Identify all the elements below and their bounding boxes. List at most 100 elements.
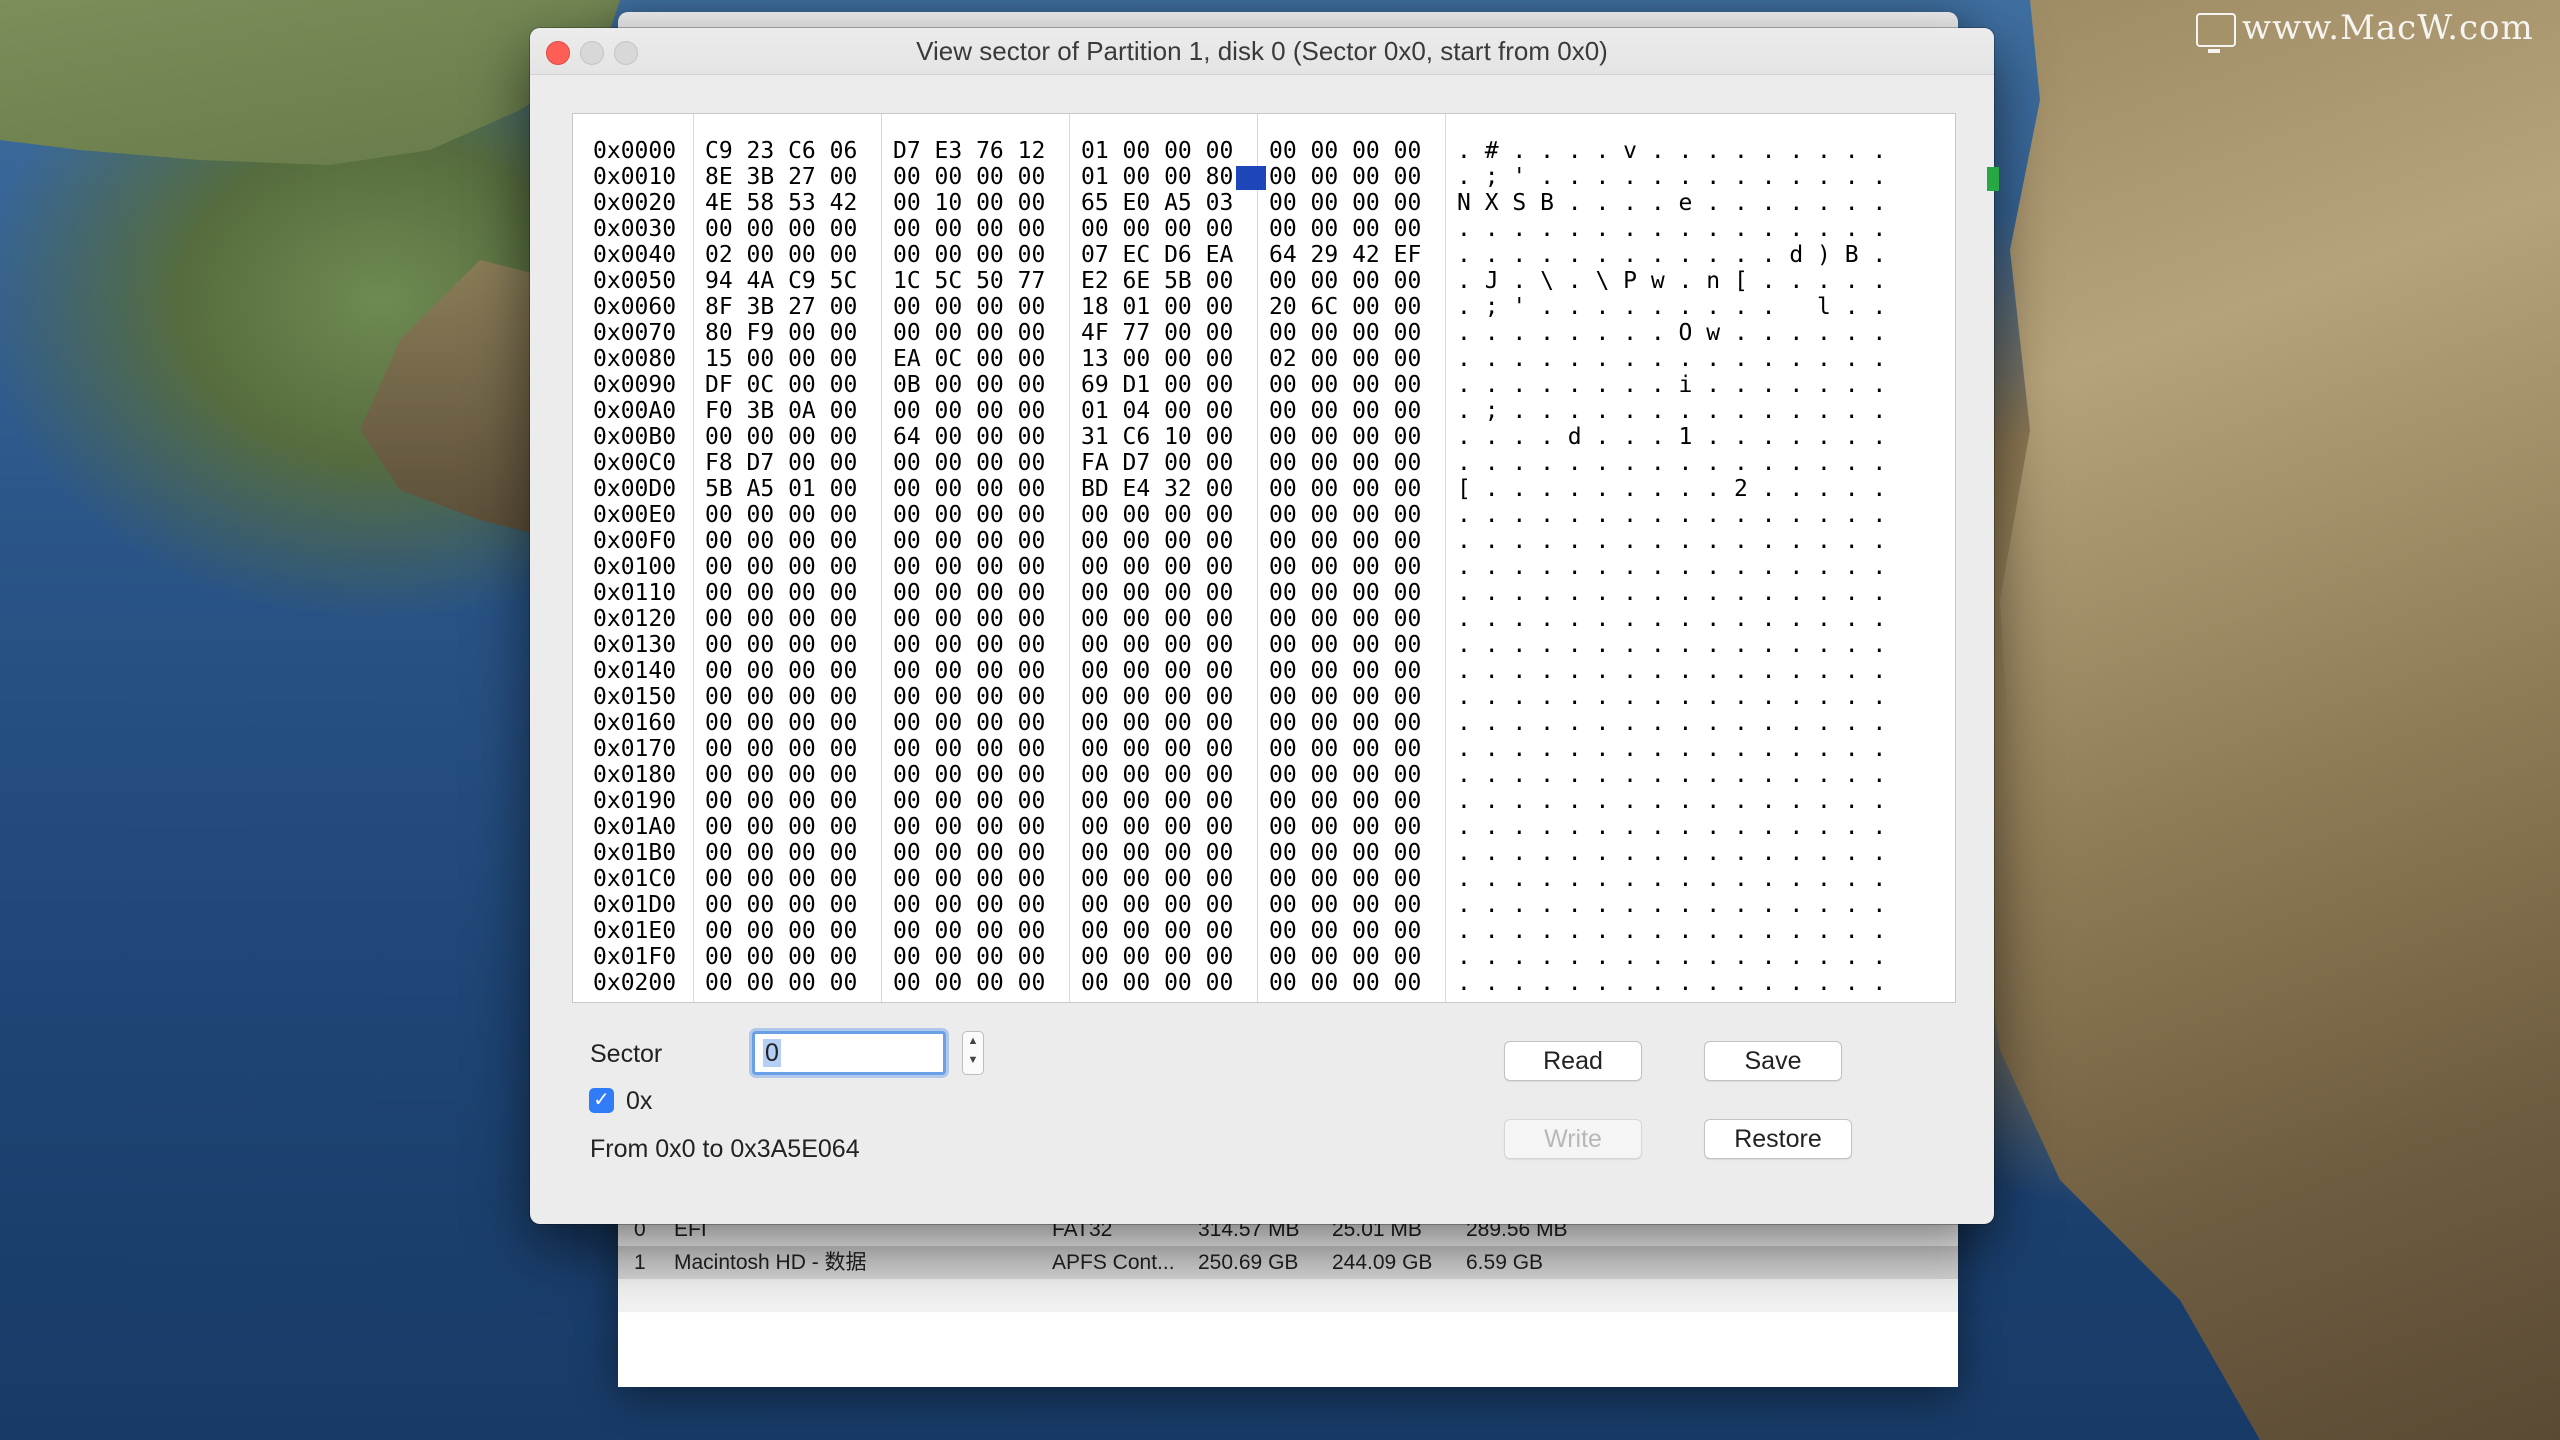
hex-address: 0x0130 — [593, 632, 677, 658]
hex-group-1: 00 00 00 00 — [705, 528, 858, 554]
hex-address: 0x01D0 — [593, 892, 677, 918]
read-button[interactable]: Read — [1504, 1041, 1642, 1081]
hex-group-3: 00 00 00 00 — [1081, 840, 1234, 866]
hex-group-4: 00 00 00 00 — [1269, 190, 1422, 216]
hex-group-2: 00 10 00 00 — [893, 190, 1046, 216]
sector-input[interactable]: 0 — [752, 1031, 946, 1075]
hex-group-2: 00 00 00 00 — [893, 840, 1046, 866]
hex-group-4: 00 00 00 00 — [1269, 762, 1422, 788]
hex-row: 0x00E0 00 00 00 00 00 00 00 00 00 00 00 00 0… — [593, 502, 1917, 528]
hex-group-3: 00 00 00 00 — [1081, 970, 1234, 996]
hex-group-2: 00 00 00 00 — [893, 450, 1046, 476]
hex-group-3: 00 00 00 00 — [1081, 502, 1234, 528]
hex-group-1: 00 00 00 00 — [705, 918, 858, 944]
hex-group-3: FA D7 00 00 — [1081, 450, 1234, 476]
hex-address: 0x0050 — [593, 268, 677, 294]
hex-address: 0x0190 — [593, 788, 677, 814]
hex-group-1: 00 00 00 00 — [705, 814, 858, 840]
hex-group-4: 00 00 00 00 — [1269, 320, 1422, 346]
monitor-icon — [2196, 13, 2236, 53]
hex-checkbox[interactable]: ✓ — [589, 1088, 614, 1113]
checkmark-icon: ✓ — [593, 1089, 610, 1111]
hex-group-1: 00 00 00 00 — [705, 970, 858, 996]
hex-group-2: 00 00 00 00 — [893, 684, 1046, 710]
hex-group-2: 00 00 00 00 — [893, 580, 1046, 606]
hex-address: 0x0020 — [593, 190, 677, 216]
hex-group-4: 00 00 00 00 — [1269, 424, 1422, 450]
ascii-column: . . . . . . . . . . . . . . . . — [1457, 216, 1887, 242]
ascii-column: . . . . . . . . . . . . . . . . — [1457, 840, 1887, 866]
hex-row: 0x01C0 00 00 00 00 00 00 00 00 00 00 00 00 0… — [593, 866, 1917, 892]
write-button[interactable]: Write — [1504, 1119, 1642, 1159]
hex-row: 0x0110 00 00 00 00 00 00 00 00 00 00 00 00 0… — [593, 580, 1917, 606]
hex-rows: 0x0000 C9 23 C6 06 D7 E3 76 12 01 00 00 00 0… — [593, 138, 1917, 996]
hex-group-2: 00 00 00 00 — [893, 398, 1046, 424]
hex-group-4: 02 00 00 00 — [1269, 346, 1422, 372]
partition-size: 250.69 GB — [1198, 1251, 1299, 1274]
hex-group-1: 00 00 00 00 — [705, 216, 858, 242]
hex-address: 0x0040 — [593, 242, 677, 268]
sector-label: Sector — [590, 1040, 663, 1068]
ascii-column: . . . . . . . . . . . . . . . . — [1457, 580, 1887, 606]
hex-group-2: 00 00 00 00 — [893, 736, 1046, 762]
watermark: www.MacW.com — [2196, 8, 2534, 53]
dialog-title: View sector of Partition 1, disk 0 (Sect… — [916, 36, 1608, 66]
hex-address: 0x01F0 — [593, 944, 677, 970]
hex-group-2: 0B 00 00 00 — [893, 372, 1046, 398]
hex-address: 0x00E0 — [593, 502, 677, 528]
hex-group-3: 00 00 00 00 — [1081, 606, 1234, 632]
hex-group-1: 00 00 00 00 — [705, 944, 858, 970]
hex-group-2: 00 00 00 00 — [893, 762, 1046, 788]
ascii-column: . ; . . . . . . . . . . . . . . — [1457, 398, 1887, 424]
hex-address: 0x0090 — [593, 372, 677, 398]
hex-group-1: 00 00 00 00 — [705, 658, 858, 684]
hex-group-4: 00 00 00 00 — [1269, 450, 1422, 476]
stepper-up-icon[interactable]: ▲ — [963, 1032, 983, 1051]
hex-group-1: F8 D7 00 00 — [705, 450, 858, 476]
hex-group-4: 00 00 00 00 — [1269, 944, 1422, 970]
hex-row: 0x0170 00 00 00 00 00 00 00 00 00 00 00 00 0… — [593, 736, 1917, 762]
hex-row: 0x0030 00 00 00 00 00 00 00 00 00 00 00 00 0… — [593, 216, 1917, 242]
sector-stepper[interactable]: ▲ ▼ — [962, 1031, 984, 1075]
hex-group-1: 4E 58 53 42 — [705, 190, 858, 216]
hex-group-4: 00 00 00 00 — [1269, 892, 1422, 918]
hex-row: 0x0080 15 00 00 00 EA 0C 00 00 13 00 00 00 0… — [593, 346, 1917, 372]
sector-range-text: From 0x0 to 0x3A5E064 — [590, 1135, 860, 1163]
hex-group-1: 00 00 00 00 — [705, 840, 858, 866]
stepper-down-icon[interactable]: ▼ — [963, 1051, 983, 1070]
hex-group-4: 00 00 00 00 — [1269, 866, 1422, 892]
hex-group-3: 4F 77 00 00 — [1081, 320, 1234, 346]
hex-row: 0x0100 00 00 00 00 00 00 00 00 00 00 00 00 0… — [593, 554, 1917, 580]
hex-group-2: 00 00 00 00 — [893, 658, 1046, 684]
hex-address: 0x01B0 — [593, 840, 677, 866]
hex-group-1: 5B A5 01 00 — [705, 476, 858, 502]
ascii-column: . . . . . . . . . . . . . . . . — [1457, 736, 1887, 762]
hex-group-4: 20 6C 00 00 — [1269, 294, 1422, 320]
hex-group-4: 00 00 00 00 — [1269, 528, 1422, 554]
hex-view[interactable]: 0x0000 C9 23 C6 06 D7 E3 76 12 01 00 00 00 0… — [572, 113, 1956, 1003]
ascii-column: . . . . . . . . . . . . . . . . — [1457, 892, 1887, 918]
hex-address: 0x00C0 — [593, 450, 677, 476]
watermark-text: www.MacW.com — [2242, 8, 2534, 48]
hex-address: 0x0030 — [593, 216, 677, 242]
ascii-column: . . . . . . . . . . . . . . . . — [1457, 684, 1887, 710]
hex-group-2: 00 00 00 00 — [893, 944, 1046, 970]
hex-group-3: 00 00 00 00 — [1081, 658, 1234, 684]
save-button[interactable]: Save — [1704, 1041, 1842, 1081]
hex-group-4: 00 00 00 00 — [1269, 138, 1422, 164]
hex-group-4: 00 00 00 00 — [1269, 736, 1422, 762]
hex-row: 0x0120 00 00 00 00 00 00 00 00 00 00 00 00 0… — [593, 606, 1917, 632]
ascii-cursor — [1987, 167, 1999, 191]
hex-group-4: 00 00 00 00 — [1269, 164, 1422, 190]
hex-group-3: E2 6E 5B 00 — [1081, 268, 1234, 294]
ascii-column: . . . . . . . . . . . . . . . . — [1457, 970, 1887, 996]
hex-group-3: 00 00 00 00 — [1081, 632, 1234, 658]
hex-group-3: 00 00 00 00 — [1081, 736, 1234, 762]
restore-button[interactable]: Restore — [1704, 1119, 1852, 1159]
hex-group-1: 8F 3B 27 00 — [705, 294, 858, 320]
hex-group-4: 00 00 00 00 — [1269, 372, 1422, 398]
hex-group-2: 00 00 00 00 — [893, 242, 1046, 268]
hex-group-1: 02 00 00 00 — [705, 242, 858, 268]
partition-row[interactable]: 1 Macintosh HD - 数据 APFS Cont... 250.69 … — [618, 1246, 1958, 1279]
hex-address: 0x0080 — [593, 346, 677, 372]
